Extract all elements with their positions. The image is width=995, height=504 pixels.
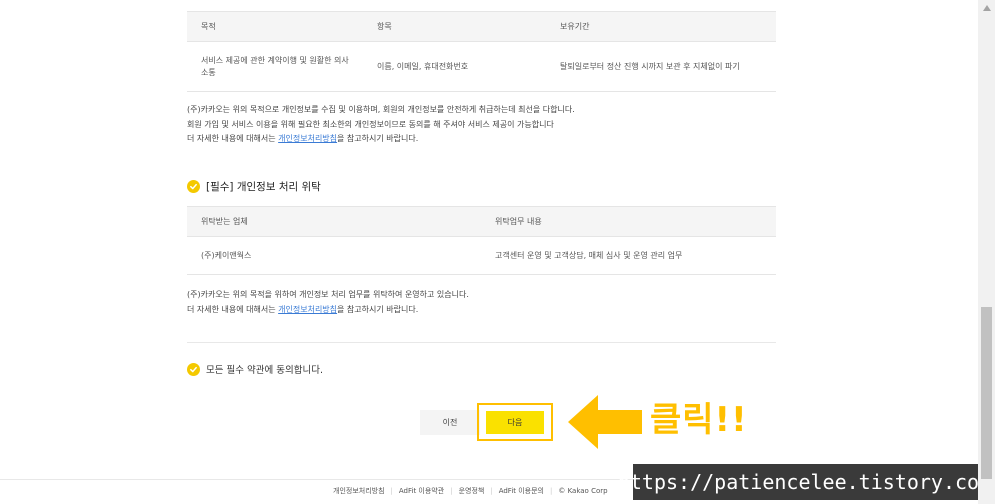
section-title-label: [필수] 개인정보 처리 위탁 [206,181,321,193]
privacy-policy-link[interactable]: 개인정보처리방침 [278,305,337,314]
watermark: https://patiencelee.tistory.com/ [618,464,995,500]
outsourcing-note: (주)카카오는 위의 목적을 위하여 개인정보 처리 업무를 위탁하여 운영하고… [187,288,469,317]
table-header: 보유기간 [546,11,776,42]
note-line: 회원 가입 및 서비스 이용을 위해 필요한 최소한의 개인정보이므로 동의를 … [187,119,554,129]
footer-link[interactable]: 운영정책 [459,486,485,496]
agree-all-label: 모든 필수 약관에 동의합니다. [206,365,323,376]
highlight-box: 다음 [477,403,553,441]
prev-button[interactable]: 이전 [420,410,480,435]
scroll-up-icon[interactable] [978,0,995,16]
note-line: 더 자세한 내용에 대해서는 개인정보처리방침을 참고하시기 바랍니다. [187,134,419,143]
outsourcing-table: 위탁받는 업체 위탁업무 내용 (주)케이앤웍스 고객센터 운영 및 고객상담,… [187,206,776,275]
footer-link[interactable]: AdFit 이용문의 [499,486,544,496]
divider [187,342,776,343]
table-cell: 서비스 제공에 관한 계약이행 및 원활한 의사소통 [187,41,363,92]
separator: | [490,487,493,495]
privacy-policy-link[interactable]: 개인정보처리방침 [278,134,337,143]
note-line: 더 자세한 내용에 대해서는 개인정보처리방침을 참고하시기 바랍니다. [187,304,419,314]
table-row: (주)케이앤웍스 고객센터 운영 및 고객상담, 매체 심사 및 운영 관리 업… [187,236,776,275]
table-header: 위탁받는 업체 [187,206,481,237]
note-line: (주)카카오는 위의 목적을 위하여 개인정보 처리 업무를 위탁하여 운영하고… [187,290,469,299]
table-cell: 이름, 이메일, 휴대전화번호 [363,41,546,92]
collection-note: (주)카카오는 위의 목적으로 개인정보를 수집 및 이용하며, 회원의 개인정… [187,103,575,147]
section-title-outsourcing[interactable]: [필수] 개인정보 처리 위탁 [187,179,321,194]
table-row: 서비스 제공에 관한 계약이행 및 원활한 의사소통 이름, 이메일, 휴대전화… [187,41,776,92]
agree-all-checkbox[interactable]: 모든 필수 약관에 동의합니다. [187,362,323,376]
table-cell: 탈퇴일로부터 정산 진행 시까지 보관 후 지체없이 파기 [546,41,776,92]
table-cell: (주)케이앤웍스 [187,236,481,275]
table-header: 항목 [363,11,546,42]
table-header: 위탁업무 내용 [481,206,776,237]
scroll-thumb[interactable] [981,307,992,479]
footer-link[interactable]: AdFit 이용약관 [399,486,444,496]
scrollbar[interactable] [978,0,995,504]
footer-link[interactable]: 개인정보처리방침 [333,486,385,496]
separator: | [450,487,453,495]
table-cell: 고객센터 운영 및 고객상담, 매체 심사 및 운영 관리 업무 [481,236,776,275]
table-header: 목적 [187,11,363,42]
note-line: (주)카카오는 위의 목적으로 개인정보를 수집 및 이용하며, 회원의 개인정… [187,105,575,114]
footer-links: 개인정보처리방침 | AdFit 이용약관 | 운영정책 | AdFit 이용문… [333,486,608,496]
separator: | [550,487,553,495]
check-icon[interactable] [187,362,200,376]
arrow-left-icon [568,395,642,449]
copyright: © Kakao Corp [558,487,608,495]
separator: | [390,487,393,495]
click-annotation: 클릭!! [650,400,748,440]
collection-table: 목적 항목 보유기간 서비스 제공에 관한 계약이행 및 원활한 의사소통 이름… [187,11,776,92]
next-button[interactable]: 다음 [486,411,544,434]
check-icon[interactable] [187,180,200,193]
